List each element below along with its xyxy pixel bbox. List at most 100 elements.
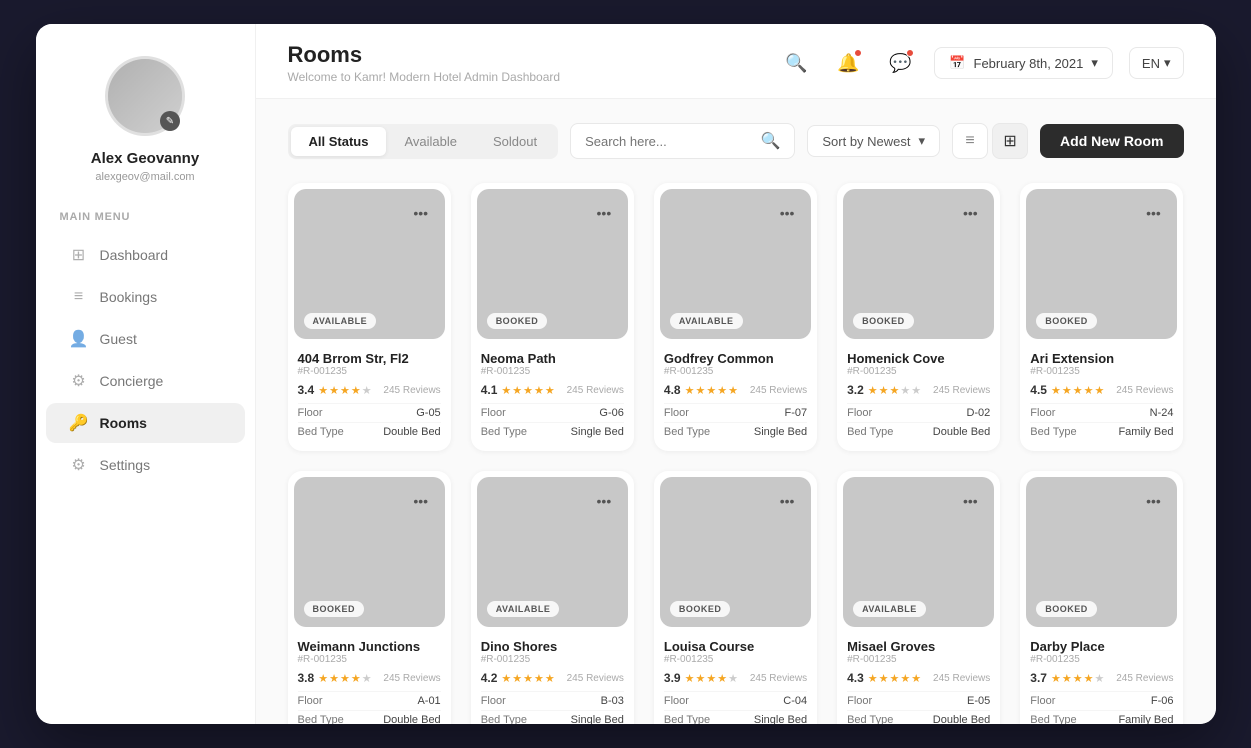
date-selector[interactable]: 📅 February 8th, 2021 ▾ — [934, 47, 1113, 79]
sidebar-item-label: Bookings — [100, 289, 158, 305]
room-menu-button[interactable]: ••• — [773, 199, 801, 227]
sidebar-item-bookings[interactable]: ≡Bookings — [46, 277, 245, 317]
room-id: #R-001235 — [1030, 366, 1173, 377]
room-name: Louisa Course — [664, 639, 807, 654]
star-full: ★ — [717, 672, 727, 685]
star-full: ★ — [340, 672, 350, 685]
reviews-count: 245 Reviews — [383, 385, 440, 396]
chevron-down-icon: ▾ — [1091, 55, 1098, 71]
room-card: ••• AVAILABLE 404 Brrom Str, Fl2 #R-0012… — [288, 183, 451, 451]
filter-tab-available[interactable]: Available — [386, 127, 475, 156]
sidebar-item-rooms[interactable]: 🔑Rooms — [46, 403, 245, 443]
room-card-body: Dino Shores #R-001235 4.2 ★★★★★ 245 Revi… — [471, 633, 634, 724]
room-image: ••• AVAILABLE — [843, 477, 994, 627]
floor-value: B-03 — [601, 695, 624, 707]
floor-value: G-06 — [599, 407, 623, 419]
list-view-button[interactable]: ≡ — [952, 123, 988, 159]
bed-type-value: Double Bed — [933, 426, 991, 438]
room-bedtype-row: Bed Type Double Bed — [298, 710, 441, 724]
star-full: ★ — [1084, 672, 1094, 685]
room-menu-button[interactable]: ••• — [956, 487, 984, 515]
sidebar-item-guest[interactable]: 👤Guest — [46, 319, 245, 359]
room-floor-row: Floor G-05 — [298, 403, 441, 422]
reviews-count: 245 Reviews — [933, 385, 990, 396]
room-image: ••• BOOKED — [660, 477, 811, 627]
room-menu-button[interactable]: ••• — [590, 487, 618, 515]
room-name: Misael Groves — [847, 639, 990, 654]
star-full: ★ — [329, 672, 339, 685]
room-card-body: Misael Groves #R-001235 4.3 ★★★★★ 245 Re… — [837, 633, 1000, 724]
room-menu-button[interactable]: ••• — [956, 199, 984, 227]
search-icon: 🔍 — [785, 53, 807, 74]
room-name: Neoma Path — [481, 351, 624, 366]
search-input[interactable] — [585, 134, 752, 149]
star-full: ★ — [1084, 384, 1094, 397]
sidebar-item-label: Guest — [100, 331, 137, 347]
bed-type-value: Single Bed — [571, 426, 624, 438]
concierge-icon: ⚙ — [70, 372, 88, 390]
star-half: ★ — [545, 672, 555, 685]
floor-label: Floor — [481, 407, 506, 419]
star-full: ★ — [534, 384, 544, 397]
star-full: ★ — [1062, 672, 1072, 685]
message-badge — [906, 49, 914, 57]
room-status-badge: BOOKED — [1036, 313, 1097, 329]
room-rating: 4.8 ★★★★★ 245 Reviews — [664, 383, 807, 397]
stars: ★★★★★ — [1051, 384, 1104, 397]
header: Rooms Welcome to Kamr! Modern Hotel Admi… — [256, 24, 1216, 99]
rating-value: 3.9 — [664, 671, 681, 685]
star-full: ★ — [900, 672, 910, 685]
language-selector[interactable]: EN ▾ — [1129, 47, 1184, 79]
room-id: #R-001235 — [847, 654, 990, 665]
avatar-edit-icon[interactable]: ✎ — [160, 111, 180, 131]
filter-tab-soldout[interactable]: Soldout — [475, 127, 555, 156]
star-full: ★ — [523, 672, 533, 685]
sidebar-item-label: Rooms — [100, 415, 147, 431]
stars: ★★★★★ — [501, 672, 554, 685]
floor-value: C-04 — [783, 695, 807, 707]
room-menu-button[interactable]: ••• — [773, 487, 801, 515]
room-menu-button[interactable]: ••• — [590, 199, 618, 227]
rating-value: 3.8 — [298, 671, 315, 685]
room-image: ••• BOOKED — [294, 477, 445, 627]
room-card-body: Homenick Cove #R-001235 3.2 ★★★★★ 245 Re… — [837, 345, 1000, 451]
filter-tab-all-status[interactable]: All Status — [291, 127, 387, 156]
sidebar-item-dashboard[interactable]: ⊞Dashboard — [46, 235, 245, 275]
search-button[interactable]: 🔍 — [778, 45, 814, 81]
room-card-body: Ari Extension #R-001235 4.5 ★★★★★ 245 Re… — [1020, 345, 1183, 451]
star-full: ★ — [501, 672, 511, 685]
notifications-button[interactable]: 🔔 — [830, 45, 866, 81]
room-status-badge: AVAILABLE — [487, 601, 560, 617]
bed-type-value: Single Bed — [754, 426, 807, 438]
star-full: ★ — [1073, 384, 1083, 397]
star-full: ★ — [685, 384, 695, 397]
sidebar-item-settings[interactable]: ⚙Settings — [46, 445, 245, 485]
stars: ★★★★★ — [1051, 672, 1104, 685]
room-card: ••• BOOKED Louisa Course #R-001235 3.9 ★… — [654, 471, 817, 724]
room-menu-button[interactable]: ••• — [1139, 199, 1167, 227]
room-id: #R-001235 — [1030, 654, 1173, 665]
floor-label: Floor — [664, 695, 689, 707]
nav-list: ⊞Dashboard≡Bookings👤Guest⚙Concierge🔑Room… — [36, 233, 255, 487]
messages-button[interactable]: 💬 — [882, 45, 918, 81]
room-menu-button[interactable]: ••• — [1139, 487, 1167, 515]
sort-button[interactable]: Sort by Newest ▾ — [807, 125, 940, 157]
room-menu-button[interactable]: ••• — [407, 199, 435, 227]
star-full: ★ — [534, 672, 544, 685]
add-room-button[interactable]: Add New Room — [1040, 124, 1183, 158]
bed-type-label: Bed Type — [481, 714, 527, 724]
room-menu-button[interactable]: ••• — [407, 487, 435, 515]
header-left: Rooms Welcome to Kamr! Modern Hotel Admi… — [288, 42, 561, 84]
sort-chevron-icon: ▾ — [919, 133, 926, 149]
room-id: #R-001235 — [664, 654, 807, 665]
lang-chevron-icon: ▾ — [1164, 55, 1171, 71]
grid-view-button[interactable]: ⊞ — [992, 123, 1028, 159]
bed-type-label: Bed Type — [298, 714, 344, 724]
room-status-badge: BOOKED — [670, 601, 731, 617]
room-rating: 3.2 ★★★★★ 245 Reviews — [847, 383, 990, 397]
sidebar-item-concierge[interactable]: ⚙Concierge — [46, 361, 245, 401]
rating-value: 4.3 — [847, 671, 864, 685]
rating-value: 3.7 — [1030, 671, 1047, 685]
star-full: ★ — [1051, 672, 1061, 685]
rating-value: 3.4 — [298, 383, 315, 397]
